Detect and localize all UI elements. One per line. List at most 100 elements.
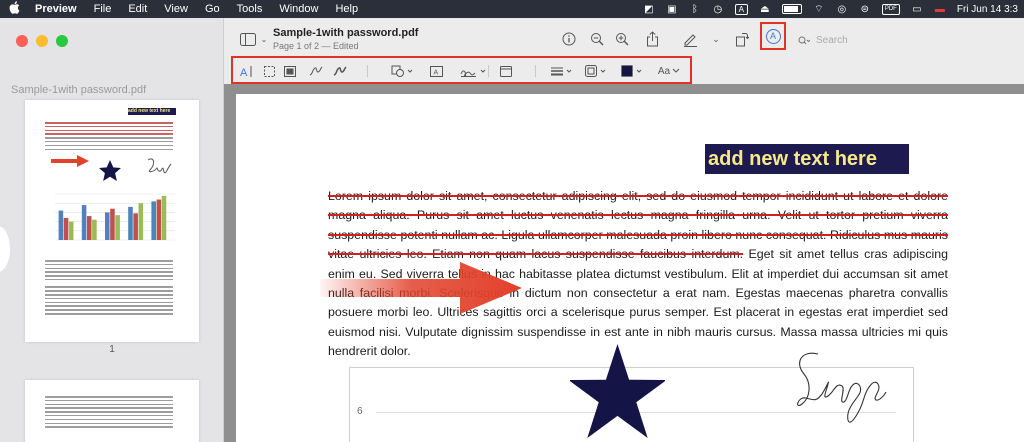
thumb-star-icon [99, 160, 121, 181]
menu-help[interactable]: Help [335, 3, 358, 15]
thumb-chart-bar [138, 203, 144, 240]
menu-edit[interactable]: Edit [128, 3, 147, 15]
sidebar-document-title: Sample-1with password.pdf [11, 84, 147, 96]
search-field[interactable]: Search [798, 35, 848, 46]
menu-view[interactable]: View [164, 3, 188, 15]
zoom-in-icon[interactable] [614, 31, 630, 47]
info-icon[interactable] [561, 31, 577, 47]
window-toolbar: ⌄ Sample-1with password.pdf Page 1 of 2 … [224, 18, 1024, 51]
text-selection-icon[interactable]: A [239, 64, 255, 78]
thumb-chart-bar [115, 215, 120, 240]
menu-tools[interactable]: Tools [237, 3, 263, 15]
zoom-out-icon[interactable] [589, 31, 605, 47]
text-style-button[interactable]: Aa [657, 64, 681, 78]
border-color-icon[interactable] [585, 64, 609, 78]
apple-menu-icon[interactable] [9, 1, 23, 17]
svg-text:A: A [433, 69, 438, 76]
thumbnail-sidebar: Sample-1with password.pdf add new text h… [0, 18, 224, 442]
redact-icon[interactable] [283, 64, 297, 78]
markup-toolbar: A A Aa [231, 56, 692, 84]
page-thumbnail-2[interactable] [25, 380, 199, 442]
arrow-annotation-icon[interactable] [320, 262, 530, 314]
thumb-text-lines [45, 122, 173, 152]
control-center-icon[interactable]: ⊜ [859, 3, 871, 15]
thumb-arrow-icon [51, 155, 89, 167]
signature-annotation-icon[interactable] [792, 344, 912, 424]
thumb-chart-bar [133, 213, 138, 240]
pdf-status-icon[interactable]: PDF [881, 3, 900, 15]
battery-icon[interactable] [781, 4, 802, 14]
menubar-clock[interactable]: Fri Jun 14 3:3 [957, 4, 1018, 15]
clock-status-icon[interactable]: ◷ [712, 3, 724, 15]
sketch-icon[interactable] [309, 64, 323, 78]
toolbar-separator [367, 65, 368, 77]
markup-icon: A [765, 28, 781, 44]
thumb-bar-chart [55, 193, 175, 241]
text-style-label: Aa [657, 65, 671, 77]
added-text-box[interactable]: add new text here [705, 144, 909, 174]
shapes-icon[interactable] [391, 64, 415, 78]
rotate-icon[interactable] [734, 31, 750, 47]
menu-go[interactable]: Go [205, 3, 220, 15]
pdf-page[interactable]: add new text here Lorem ipsum dolor sit … [236, 94, 1024, 442]
minimize-window-button[interactable] [36, 35, 48, 47]
pen-chevron-down-icon[interactable]: ⌄ [708, 31, 724, 47]
flag-status-icon[interactable]: ▬ [934, 3, 946, 15]
bluetooth-icon[interactable]: ᛒ [689, 3, 701, 15]
page-thumbnail-1[interactable]: add new text here [25, 100, 199, 342]
toolbar-separator [488, 65, 489, 77]
search-icon [798, 36, 810, 44]
markup-toolbar-button[interactable]: A [760, 22, 786, 50]
toolbar-document-status: Page 1 of 2 — Edited [273, 41, 359, 51]
thumb-highlight: add new text here [128, 108, 176, 115]
toolbar-document-title: Sample-1with password.pdf [273, 27, 419, 39]
thumb-chart-bar [156, 199, 162, 240]
user-status-icon[interactable]: ◎ [836, 3, 848, 15]
thumb-chart-bar [81, 205, 87, 240]
toolbar-separator [535, 65, 536, 77]
line-style-icon[interactable] [551, 64, 575, 78]
pen-markup-icon[interactable] [682, 31, 698, 47]
share-icon[interactable] [644, 31, 660, 47]
sidebar-resize-handle[interactable] [0, 226, 10, 272]
menu-file[interactable]: File [94, 3, 112, 15]
thumb-chart-bar [151, 201, 156, 240]
text-box-icon[interactable]: A [429, 64, 443, 78]
sidebar-toggle-icon[interactable] [240, 31, 256, 47]
menu-app-preview[interactable]: Preview [35, 3, 77, 15]
thumb-chart-bar [105, 212, 110, 240]
wifi-icon[interactable]: ⌔ [813, 3, 825, 15]
thumb-chart-bar [68, 221, 74, 240]
thumb-chart-bar [86, 216, 92, 240]
thumb-text-lines-2 [45, 260, 173, 317]
thumb-chart-bar [161, 195, 167, 240]
thumb-chart-bar [58, 210, 64, 240]
app-status-icon[interactable]: ◩ [643, 3, 655, 15]
document-view[interactable]: add new text here Lorem ipsum dolor sit … [224, 84, 1024, 442]
star-annotation-icon[interactable] [570, 344, 665, 442]
input-source-icon[interactable]: A [734, 3, 748, 15]
svg-text:A: A [240, 67, 248, 78]
chevron-down-icon[interactable]: ⌄ [256, 31, 272, 47]
thumb-chart-bar [63, 217, 69, 240]
text-style-chevron-icon [672, 68, 680, 73]
square-status-icon[interactable]: ▣ [666, 3, 678, 15]
table-row-number: 6 [357, 406, 363, 417]
signature-icon[interactable] [460, 64, 488, 78]
window-controls [16, 35, 68, 47]
menu-window[interactable]: Window [279, 3, 318, 15]
close-window-button[interactable] [16, 35, 28, 47]
thumb-chart-bar [128, 206, 133, 240]
draw-icon[interactable] [333, 64, 347, 78]
thumb-signature-icon [147, 158, 172, 174]
menu-bar: Preview File Edit View Go Tools Window H… [0, 0, 1024, 18]
fill-color-icon[interactable] [621, 64, 645, 78]
lock-status-icon[interactable]: ⏏ [759, 3, 771, 15]
zoom-window-button[interactable] [56, 35, 68, 47]
screen-status-icon[interactable]: ▭ [911, 3, 923, 15]
rect-selection-icon[interactable] [262, 64, 276, 78]
search-placeholder: Search [816, 35, 848, 46]
note-icon[interactable] [499, 64, 513, 78]
status-area: ◩ ▣ ᛒ ◷ A ⏏ ⌔ ◎ ⊜ PDF ▭ ▬ Fri Jun 14 3:3 [643, 0, 1024, 18]
thumbnail-page-number: 1 [109, 344, 115, 355]
